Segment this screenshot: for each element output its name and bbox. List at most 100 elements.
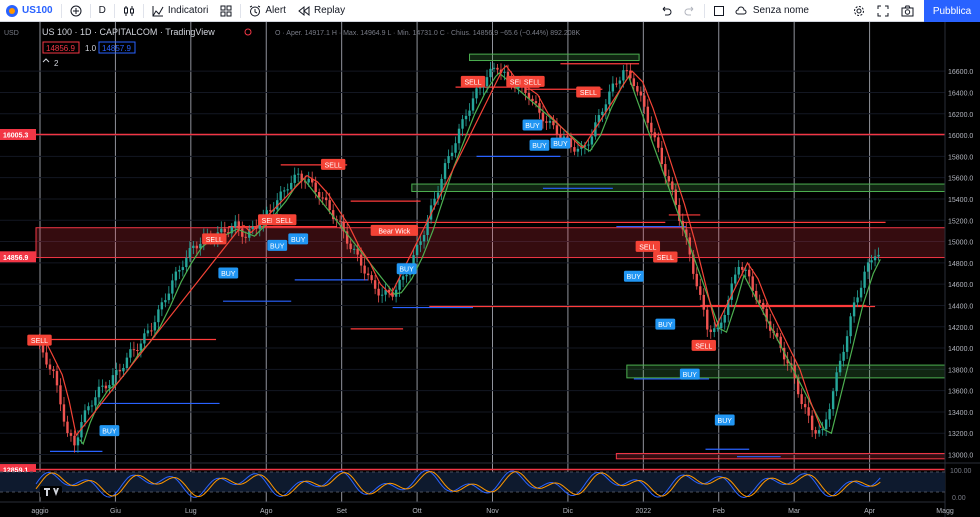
- candle-body: [461, 119, 464, 129]
- candle-body: [55, 371, 59, 386]
- candle-body: [457, 128, 461, 144]
- replay-button[interactable]: Replay: [292, 0, 351, 22]
- sell-signal-label-text: SELL: [325, 162, 342, 169]
- candle-body: [160, 302, 164, 310]
- candle-body: [279, 191, 282, 201]
- candle-body: [737, 266, 740, 275]
- alert-label: Alert: [265, 5, 286, 16]
- candle-body: [97, 386, 101, 398]
- sell-signal-label-text: SELL: [464, 79, 481, 86]
- cloud-icon: [735, 6, 747, 16]
- layouts-button[interactable]: [214, 0, 238, 22]
- candle-body: [185, 257, 188, 268]
- candle-body: [307, 178, 310, 183]
- time-tick-label: Lug: [185, 508, 197, 515]
- redo-button[interactable]: [678, 0, 702, 22]
- buy-signal-label-text: BUY: [291, 237, 306, 244]
- candle-body: [845, 336, 849, 352]
- candle-body: [104, 385, 108, 389]
- layout-square-icon: [713, 5, 724, 16]
- settings-button[interactable]: [847, 0, 871, 22]
- chart-title: US 100 · 1D · CAPITALCOM · TradingView: [42, 27, 215, 37]
- snapshot-button[interactable]: [895, 0, 920, 22]
- price-zone: [35, 227, 946, 259]
- undo-icon: [662, 6, 672, 15]
- symbol-search-button[interactable]: US100: [0, 0, 59, 22]
- candle-body: [167, 293, 171, 301]
- candle-body: [475, 88, 478, 99]
- price-tick-label: 14200.0: [948, 325, 973, 332]
- candle-body: [587, 144, 590, 146]
- candle-body: [828, 409, 831, 420]
- publish-button[interactable]: Pubblica: [924, 0, 980, 22]
- candle-body: [709, 329, 712, 333]
- price-chart[interactable]: SELLSELLSELLSELLSELLBear WickSELL SELLSEL…: [0, 22, 980, 517]
- sell-signal-label-text: SELL: [276, 218, 293, 225]
- buy-signal-label-text: BUY: [718, 418, 733, 425]
- candle-body: [870, 260, 873, 263]
- candle-body: [349, 243, 352, 250]
- candle-body: [667, 176, 671, 182]
- toolbar-divider: [89, 3, 91, 18]
- compare-symbol-button[interactable]: [64, 0, 88, 22]
- candle-body: [73, 435, 76, 446]
- time-tick-label: Giu: [110, 508, 121, 515]
- time-tick-label: Ago: [260, 508, 273, 515]
- candle-body: [835, 372, 838, 392]
- candle-body: [363, 265, 366, 274]
- sell-signal-label-text: SELL: [657, 255, 674, 262]
- price-tag-label: 14856.9: [3, 255, 28, 262]
- candle-body: [657, 137, 660, 148]
- layout-name-button[interactable]: Senza nome: [707, 0, 815, 22]
- candle-body: [468, 110, 471, 116]
- candle-body: [321, 197, 324, 199]
- candle-body: [650, 122, 653, 133]
- buy-signal-label-text: BUY: [525, 123, 540, 130]
- fullscreen-icon: [877, 5, 889, 16]
- candle-body: [150, 330, 153, 332]
- candle-body: [699, 286, 702, 295]
- candle-body: [373, 280, 377, 289]
- undo-button[interactable]: [654, 0, 678, 22]
- candle-body: [324, 197, 328, 201]
- fullscreen-button[interactable]: [871, 0, 895, 22]
- candle-body: [548, 120, 552, 123]
- indicators-button[interactable]: Indicatori: [146, 0, 215, 22]
- toolbar-divider: [60, 3, 62, 18]
- alarm-clock-icon: [250, 5, 261, 16]
- time-tick-label: Dic: [563, 508, 574, 515]
- candle-body: [485, 77, 489, 87]
- price-tick-label: 16600.0: [948, 69, 973, 76]
- price-tick-label: 14800.0: [948, 261, 973, 268]
- price-tick-label: 13400.0: [948, 410, 973, 417]
- indicators-icon: [152, 5, 164, 16]
- alert-button[interactable]: Alert: [243, 0, 292, 22]
- candle-body: [744, 269, 747, 271]
- candle-body: [443, 163, 447, 179]
- candle-body: [824, 419, 828, 430]
- candle-body: [192, 245, 195, 249]
- time-tick-label: Feb: [713, 508, 725, 515]
- chart-type-button[interactable]: [117, 0, 141, 22]
- interval-button[interactable]: D: [93, 0, 112, 22]
- candle-body: [356, 248, 359, 255]
- candle-body: [52, 369, 55, 372]
- price-tick-label: 15000.0: [948, 240, 973, 247]
- sell-signal-label-text: SELL: [580, 90, 597, 97]
- price-zone: [626, 364, 946, 379]
- candle-body: [636, 86, 639, 92]
- candle-body: [859, 287, 863, 298]
- candle-body: [415, 244, 419, 256]
- price-tick-label: 15200.0: [948, 218, 973, 225]
- candle-body: [377, 288, 380, 296]
- indicator-count: 2: [54, 59, 59, 68]
- candle-body: [269, 210, 272, 212]
- candles-icon: [123, 5, 134, 16]
- candle-body: [286, 189, 289, 191]
- price-tick-label: 15600.0: [948, 176, 973, 183]
- candle-body: [359, 254, 363, 266]
- oscillator-level-0: 0.00: [952, 495, 966, 502]
- candle-body: [111, 375, 115, 386]
- buy-signal-label-text: BUY: [221, 271, 236, 278]
- candle-body: [171, 280, 174, 294]
